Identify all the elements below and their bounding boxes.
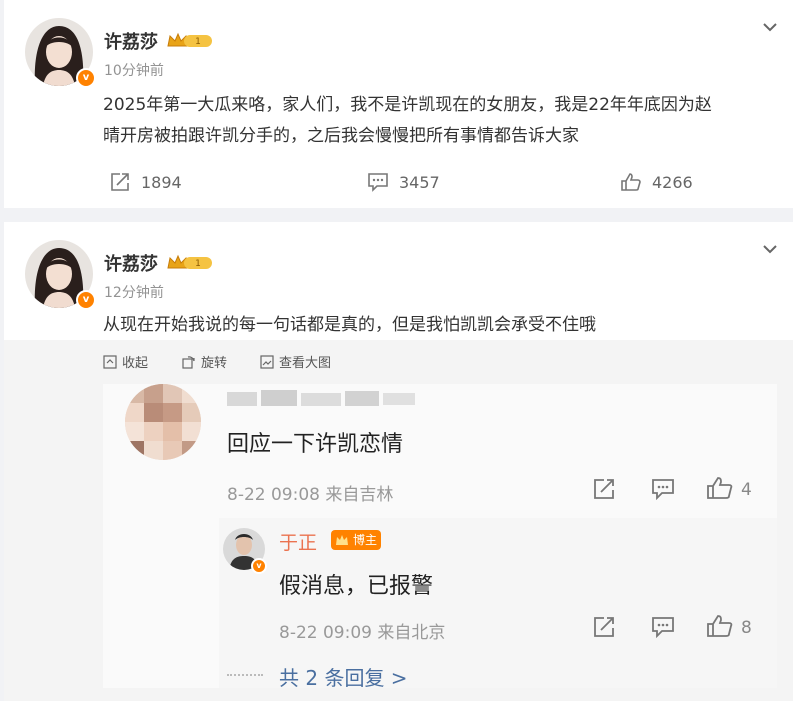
reply-like-count: 8 [741, 618, 752, 638]
thumbs-up-icon [621, 173, 641, 191]
repost-count: 1894 [141, 172, 182, 192]
repost-icon [111, 173, 129, 191]
verified-badge-icon: v [76, 290, 96, 310]
like-count: 4266 [652, 172, 693, 192]
thumbs-up-icon[interactable] [706, 476, 734, 500]
post-username[interactable]: 许荔莎 [104, 250, 158, 276]
reply-meta: 8-22 09:09 来自北京 [279, 623, 446, 643]
svg-text:1: 1 [195, 259, 201, 269]
comment-text: 回应一下许凯恋情 [227, 432, 404, 457]
user-level-icon: 1 [166, 252, 214, 276]
comment-icon[interactable] [651, 616, 675, 638]
post-card-2: v 许荔莎 1 12分钟前 从现在开始我说的每一句话都是真的，但是我怕凯凯会承受… [4, 222, 793, 701]
repost-button[interactable]: 1894 [109, 172, 182, 192]
crown-icon [336, 535, 348, 545]
comment-icon[interactable] [651, 478, 675, 500]
collapse-button[interactable]: 收起 [103, 352, 148, 371]
post-text: 从现在开始我说的每一句话都是真的，但是我怕凯凯会承受不住哦 [103, 315, 596, 335]
comment-count: 3457 [399, 172, 440, 192]
comment-icon [368, 173, 388, 192]
blurred-username [227, 390, 415, 406]
repost-icon[interactable] [592, 616, 616, 638]
post-text: 2025年第一大瓜来咯，家人们，我不是许凯现在的女朋友，我是22年年底因为赵 晴… [103, 95, 712, 146]
like-button[interactable]: 4266 [620, 172, 693, 192]
comment-like-count: 4 [741, 480, 752, 500]
chevron-down-icon[interactable] [761, 18, 779, 36]
image-icon [260, 354, 274, 369]
user-level-icon: 1 [166, 30, 214, 54]
repost-icon[interactable] [592, 478, 616, 500]
blogger-badge: 博主 [331, 530, 382, 550]
svg-text:1: 1 [195, 37, 201, 47]
commenter-avatar [125, 384, 201, 460]
divider [227, 674, 263, 676]
post-time[interactable]: 10分钟前 [104, 60, 164, 80]
post-username[interactable]: 许荔莎 [104, 28, 158, 54]
view-large-button[interactable]: 查看大图 [260, 352, 331, 371]
post-time[interactable]: 12分钟前 [104, 282, 164, 302]
comment-screenshot: 回应一下许凯恋情 8-22 09:08 来自吉林 4 v 于正 博主 假消息，已… [103, 384, 777, 691]
post-card-1: v 许荔莎 1 10分钟前 2025年第一大瓜来咯，家人们，我不是许凯现在的女朋… [4, 0, 793, 208]
more-replies-link[interactable]: 共 2 条回复 > [279, 662, 408, 691]
collapse-icon [103, 354, 117, 369]
comment-meta: 8-22 09:08 来自吉林 [227, 485, 394, 505]
rotate-icon [182, 355, 195, 369]
verified-badge-icon: v [76, 68, 96, 88]
reply-username[interactable]: 于正 [279, 528, 317, 555]
thumbs-up-icon[interactable] [706, 614, 734, 638]
chevron-down-icon[interactable] [761, 240, 779, 258]
verified-badge-icon: v [251, 558, 267, 574]
rotate-button[interactable]: 旋转 [182, 352, 227, 371]
comment-button[interactable]: 3457 [367, 172, 440, 192]
media-viewer: 收起 旋转 查看大图 回应一下许凯恋情 8-22 09:08 来自吉林 4 v … [4, 340, 793, 701]
reply-text: 假消息，已报警 [279, 574, 434, 599]
